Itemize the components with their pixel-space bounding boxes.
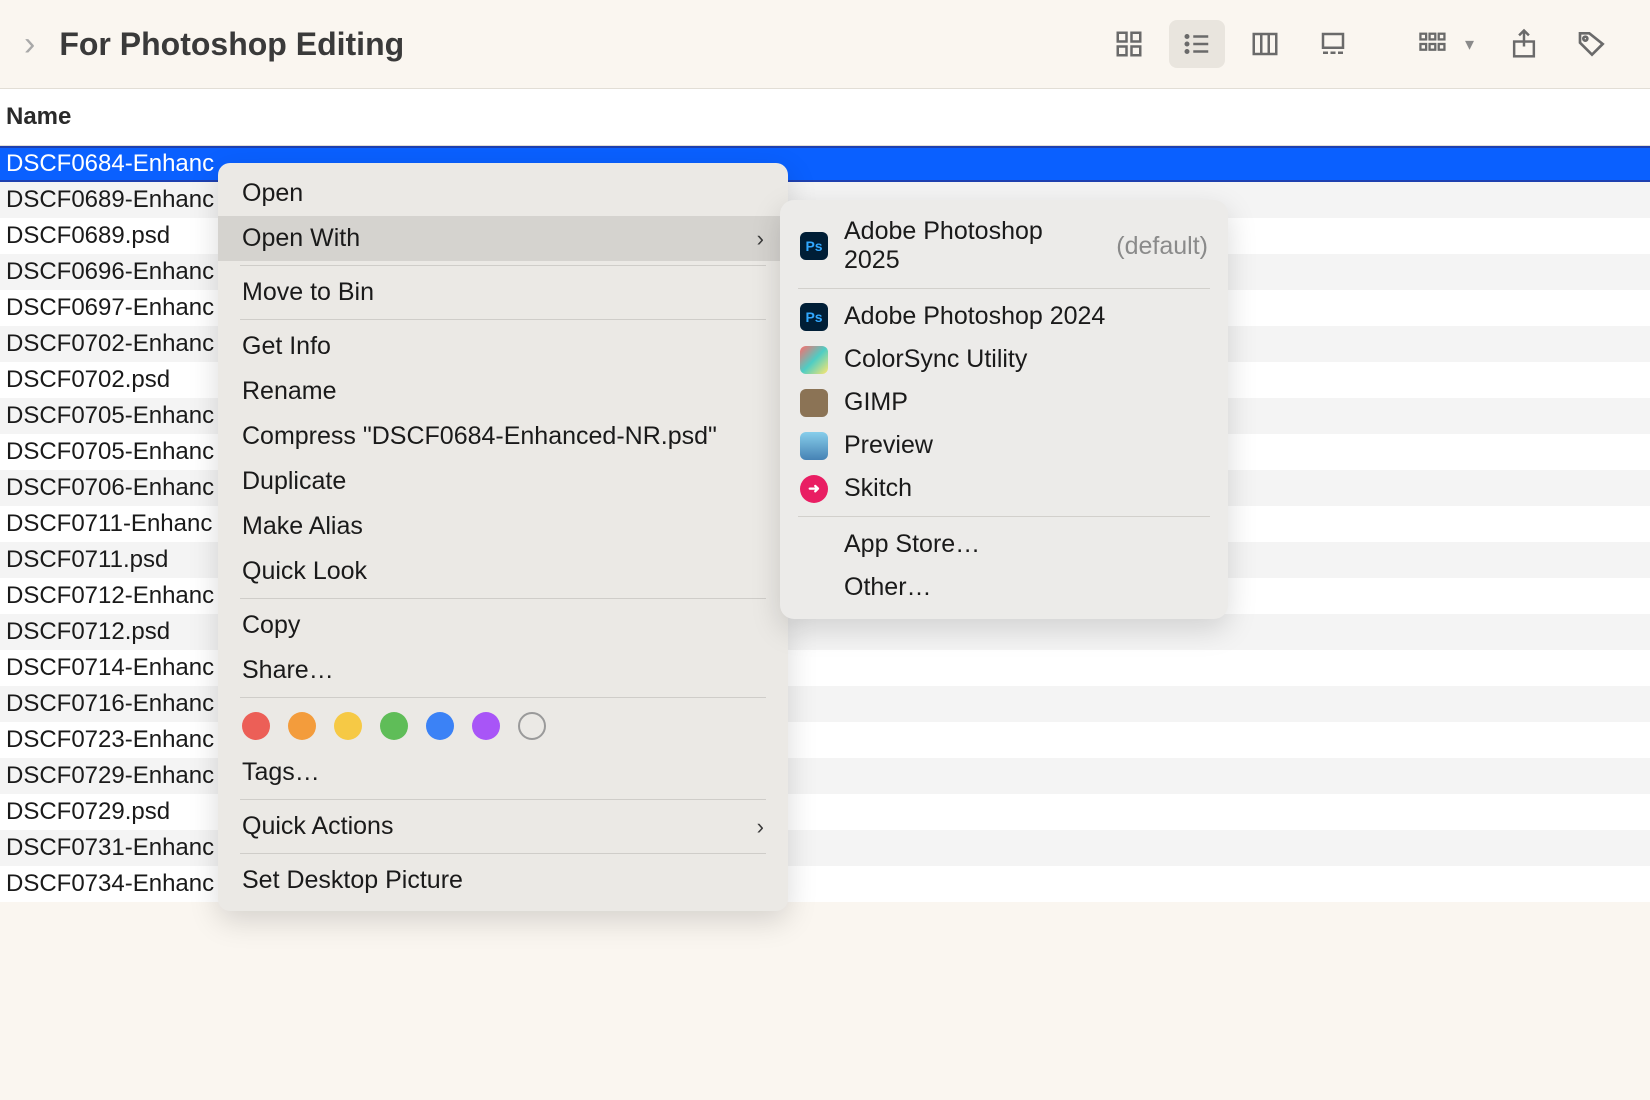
column-view-button[interactable] <box>1237 20 1293 68</box>
submenu-app[interactable]: PsAdobe Photoshop 2025 (default) <box>780 210 1228 282</box>
folder-title: For Photoshop Editing <box>59 26 404 63</box>
chevron-down-icon[interactable]: ▾ <box>1465 34 1474 55</box>
submenu-app-store[interactable]: App Store… <box>780 523 1228 566</box>
icon-view-button[interactable] <box>1101 20 1157 68</box>
gimp-icon <box>800 389 828 417</box>
group-button[interactable] <box>1405 20 1461 68</box>
menu-copy[interactable]: Copy <box>218 603 788 648</box>
chevron-right-icon: › <box>757 814 764 840</box>
tag-color-dot[interactable] <box>518 712 546 740</box>
tag-color-dot[interactable] <box>288 712 316 740</box>
menu-quick-actions[interactable]: Quick Actions› <box>218 804 788 849</box>
separator <box>240 319 766 320</box>
context-menu: Open Open With› Move to Bin Get Info Ren… <box>218 163 788 911</box>
menu-move-to-bin[interactable]: Move to Bin <box>218 270 788 315</box>
menu-make-alias[interactable]: Make Alias <box>218 504 788 549</box>
list-view-button[interactable] <box>1169 20 1225 68</box>
tag-color-dot[interactable] <box>426 712 454 740</box>
menu-duplicate[interactable]: Duplicate <box>218 459 788 504</box>
separator <box>240 799 766 800</box>
name-column-header: Name <box>6 103 71 130</box>
chevron-right-icon: › <box>757 226 764 252</box>
forward-arrow-icon[interactable]: › <box>24 25 35 64</box>
separator <box>240 697 766 698</box>
submenu-app[interactable]: PsAdobe Photoshop 2024 <box>780 295 1228 338</box>
submenu-app[interactable]: ColorSync Utility <box>780 338 1228 381</box>
separator <box>798 288 1210 289</box>
separator <box>798 516 1210 517</box>
tag-color-dot[interactable] <box>472 712 500 740</box>
separator <box>240 598 766 599</box>
submenu-app[interactable]: ➜Skitch <box>780 467 1228 510</box>
tag-color-dot[interactable] <box>242 712 270 740</box>
tag-color-dot[interactable] <box>334 712 362 740</box>
menu-open-with[interactable]: Open With› <box>218 216 788 261</box>
column-header[interactable]: Name <box>0 88 1650 146</box>
ps-icon: Ps <box>800 303 828 331</box>
menu-quick-look[interactable]: Quick Look <box>218 549 788 594</box>
menu-compress[interactable]: Compress "DSCF0684-Enhanced-NR.psd" <box>218 414 788 459</box>
share-button[interactable] <box>1496 20 1552 68</box>
tag-color-dot[interactable] <box>380 712 408 740</box>
menu-open[interactable]: Open <box>218 171 788 216</box>
submenu-other[interactable]: Other… <box>780 566 1228 609</box>
toolbar: › For Photoshop Editing ▾ <box>0 0 1650 88</box>
menu-share[interactable]: Share… <box>218 648 788 693</box>
ps-icon: Ps <box>800 232 828 260</box>
gallery-view-button[interactable] <box>1305 20 1361 68</box>
submenu-app[interactable]: GIMP <box>780 381 1228 424</box>
tags-button[interactable] <box>1564 20 1620 68</box>
prev-icon <box>800 432 828 460</box>
tag-color-row <box>218 702 788 750</box>
submenu-app[interactable]: Preview <box>780 424 1228 467</box>
menu-rename[interactable]: Rename <box>218 369 788 414</box>
menu-set-desktop[interactable]: Set Desktop Picture <box>218 858 788 903</box>
cs-icon <box>800 346 828 374</box>
menu-get-info[interactable]: Get Info <box>218 324 788 369</box>
separator <box>240 265 766 266</box>
menu-tags[interactable]: Tags… <box>218 750 788 795</box>
open-with-submenu: PsAdobe Photoshop 2025 (default) PsAdobe … <box>780 200 1228 619</box>
separator <box>240 853 766 854</box>
skitch-icon: ➜ <box>800 475 828 503</box>
